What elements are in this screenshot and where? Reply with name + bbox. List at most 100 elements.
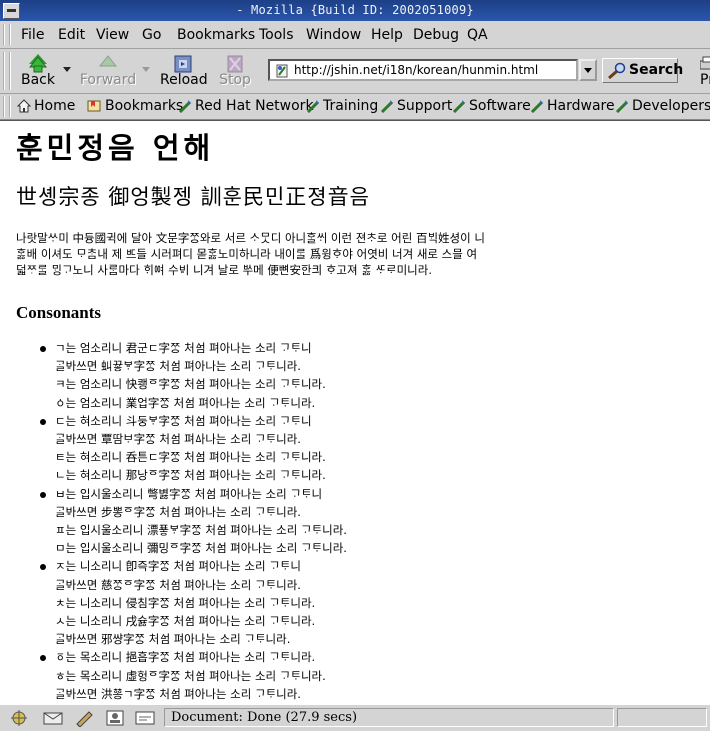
bookmark-software-label: Software (469, 98, 531, 114)
page-proxy-icon[interactable] (274, 63, 290, 79)
list-item: ㄴ는 혀소리니 那낭ᅙ字ᄍᆞᆼ 처ᅀᅥᆷ 펴아나는 소리 ᄀᆞᄐᆞ니라. (55, 468, 326, 483)
list-item: ㆁ는 엄소리니 業업字ᄍᆞᆼ 처ᅀᅥᆷ 펴아나는 소리 ᄀᆞᄐᆞ니라. (55, 395, 316, 410)
menu-edit[interactable]: Edit (58, 27, 85, 43)
page-content[interactable]: 훈민정음 언해 世솅宗종 御엉製젱 訓훈民민正졍音음 나랏말ᄊᆞ미 中듕國귁에 … (0, 120, 710, 705)
bookmark-link-icon (178, 100, 192, 113)
list-item: ᄀᆞᆯᄫᅡ쓰면 邪썅字ᄍᆞᆼ 처ᅀᅥᆷ 펴아나는 소리 ᄀᆞᄐᆞ니라. (55, 632, 291, 647)
reload-icon (174, 55, 192, 73)
page-subtitle: 世솅宗종 御엉製젱 訓훈民민正졍音음 (16, 185, 370, 209)
back-label: Back (21, 72, 55, 88)
stop-button[interactable]: Stop (215, 52, 255, 90)
list-item: ㅅ는 니소리니 戌슗字ᄍᆞᆼ 처ᅀᅥᆷ 펴아나는 소리 ᄀᆞᄐᆞ니라. (55, 614, 316, 629)
list-item: ᄀᆞᆯᄫᅡ쓰면 覃땀ᄇᆞ字ᄍᆞᆼ 처ᅀᅥᆷ 펴ᅀᅡ나는 소리 ᄀᆞᄐᆞ니라. (55, 432, 301, 447)
list-item: ㄱ는 엄소리니 君군ㄷ字ᄍᆞᆼ 처ᅀᅥᆷ 펴아나는 소리 ᄀᆞᄐᆞ니 (40, 339, 347, 357)
chevron-down-icon (584, 68, 592, 73)
menu-bar: File Edit View Go Bookmarks Tools Window… (0, 21, 710, 49)
intro-line: 덟ᄍᆞᄅᆞᆯ ᄆᆡᆼᄀᆞ노니 사ᄅᆞᆷ마다 ᄒᆡᅇᅧ 수ᄫᅵ 니겨 날로 ᄡᅮ메… (16, 263, 433, 277)
toolbar-grip[interactable] (3, 96, 11, 117)
navigator-icon[interactable] (8, 709, 30, 727)
list-item: ㄷ는 혀소리니 斗둥ᄫᆞ字ᄍᆞᆼ 처ᅀᅥᆷ 펴아나는 소리 ᄀᆞᄐᆞ니 (40, 412, 347, 430)
search-button[interactable]: Search (602, 58, 683, 83)
list-item: ㅁ는 입시울소리니 彌밍ᅙ字ᄍᆞᆼ 처ᅀᅥᆷ 펴아나는 소리 ᄀᆞᄐᆞ니라. (55, 541, 347, 556)
consonants-list: ㄱ는 엄소리니 君군ㄷ字ᄍᆞᆼ 처ᅀᅥᆷ 펴아나는 소리 ᄀᆞᄐᆞ니 ᄀᆞᆯᄫᅡ쓰… (40, 339, 347, 703)
bookmark-developers[interactable]: Developers (615, 98, 710, 114)
forward-arrow-icon (98, 55, 118, 67)
window-titlebar[interactable]: - Mozilla {Build ID: 2002051009} (0, 0, 710, 21)
bookmark-bookmarks[interactable]: Bookmarks (86, 98, 183, 114)
intro-line: ᄒᆞᇙ배 이셔도 ᄆᆞᄎᆞᆷ내 제 ᄠᅳ들 시러펴디 몯ᄒᆞᇙ노미하니라 내이ᄅ… (16, 247, 478, 261)
list-item: ᄀᆞᆯᄫᅡ쓰면 步뽕ᅙ字ᄍᆞᆼ 처ᅀᅥᆷ 펴아나는 소리 ᄀᆞᄐᆞ니라. (55, 504, 301, 519)
list-item: ᄀᆞᆯᄫᅡ쓰면 虯끃ᄫᆞ字ᄍᆞᆼ 처ᅀᅥᆷ 펴아나는 소리 ᄀᆞᄐᆞ니라. (55, 359, 301, 374)
bookmark-developers-label: Developers (632, 98, 710, 114)
bookmark-red-hat-network-label: Red Hat Network (195, 98, 314, 114)
url-history-dropdown[interactable] (579, 59, 597, 81)
navigation-toolbar: Back Forward Reload Stop http://jshin.ne… (0, 49, 710, 94)
print-button[interactable]: Pr (686, 52, 710, 90)
intro-paragraph: 나랏말ᄊᆞ미 中듕國귁에 달아 文문字ᄍᆞᆼ와로 서르 ᄉᆞᄆᆞᆺ디 아니ᄒᆞᆯ… (16, 230, 710, 278)
search-icon (608, 62, 626, 80)
window-title: - Mozilla {Build ID: 2002051009} (236, 3, 474, 17)
intro-line: 나랏말ᄊᆞ미 中듕國귁에 달아 文문字ᄍᆞᆼ와로 서르 ᄉᆞᄆᆞᆺ디 아니ᄒᆞᆯ… (16, 231, 485, 245)
bookmark-link-icon (306, 100, 320, 113)
menu-qa[interactable]: QA (467, 27, 488, 43)
back-history-dropdown-icon[interactable] (63, 67, 71, 72)
toolbar-grip[interactable] (3, 24, 11, 45)
list-item: ㅌ는 혀소리니 呑튼ㄷ字ᄍᆞᆼ 처ᅀᅥᆷ 펴아나는 소리 ᄀᆞᄐᆞ니라. (55, 450, 326, 465)
bookmarks-icon (87, 100, 101, 112)
list-item: ㅍ는 입시울소리니 漂푷ᄫᆞ字ᄍᆞᆼ 처ᅀᅥᆷ 펴아나는 소리 ᄀᆞᄐᆞ니라. (55, 523, 347, 538)
mail-icon[interactable] (42, 709, 64, 727)
composer-icon[interactable] (74, 709, 96, 727)
reload-label: Reload (160, 72, 208, 88)
bookmark-link-icon (452, 100, 466, 113)
menu-go[interactable]: Go (142, 27, 161, 43)
menu-file[interactable]: File (21, 27, 44, 43)
menu-window[interactable]: Window (306, 27, 361, 43)
menu-tools[interactable]: Tools (259, 27, 294, 43)
menu-view[interactable]: View (96, 27, 129, 43)
status-text: Document: Done (27.9 secs) (164, 708, 614, 727)
bookmark-link-icon (615, 100, 629, 113)
list-item: ㅊ는 니소리니 侵침字ᄍᆞᆼ 처ᅀᅥᆷ 펴아나는 소리 ᄀᆞᄐᆞ니라. (55, 595, 316, 610)
list-item: ㅎ는 목소리니 虛헝ᅙ字ᄍᆞᆼ 처ᅀᅥᆷ 펴아나는 소리 ᄀᆞᄐᆞ니라. (55, 668, 326, 683)
list-item: ᄀᆞᆯᄫᅡ쓰면 慈ᄍᆞᆼᅙ字ᄍᆞᆼ 처ᅀᅥᆷ 펴아나는 소리 ᄀᆞᄐᆞ니라. (55, 577, 301, 592)
back-button[interactable]: Back (16, 52, 60, 90)
bookmark-red-hat-network[interactable]: Red Hat Network (178, 98, 314, 114)
list-item: ㅂ는 입시울소리니 彆볋字ᄍᆞᆼ 처ᅀᅥᆷ 펴아나는 소리 ᄀᆞᄐᆞ니 (40, 485, 347, 503)
bookmark-link-icon (380, 100, 394, 113)
url-input[interactable] (294, 62, 574, 78)
home-icon (17, 99, 31, 113)
toolbar-grip[interactable] (3, 52, 11, 90)
bookmark-training-label: Training (323, 98, 379, 114)
list-item: ㆆ는 목소리니 挹흡字ᄍᆞᆼ 처ᅀᅥᆷ 펴아나는 소리 ᄀᆞᄐᆞ니라. (40, 648, 347, 666)
list-item: ㅋ는 엄소리니 快쾡ᅙ字ᄍᆞᆼ 처ᅀᅥᆷ 펴아나는 소리 ᄀᆞᄐᆞ니라. (55, 377, 326, 392)
bookmark-home[interactable]: Home (17, 98, 75, 114)
stop-icon (227, 55, 243, 73)
search-label: Search (629, 62, 684, 78)
list-item: ᄀᆞᆯᄫᅡ쓰면 洪ᅘᅩᆼㄱ字ᄍᆞᆼ 처ᅀᅥᆷ 펴아나는 소리 ᄀᆞᄐᆞ니라. (55, 686, 301, 701)
forward-button[interactable]: Forward (78, 52, 138, 90)
stop-label: Stop (219, 72, 251, 88)
bookmark-software[interactable]: Software (452, 98, 531, 114)
reload-button[interactable]: Reload (160, 52, 208, 90)
menu-help[interactable]: Help (371, 27, 403, 43)
bookmark-hardware[interactable]: Hardware (530, 98, 615, 114)
bookmark-hardware-label: Hardware (547, 98, 615, 114)
forward-label: Forward (79, 72, 137, 88)
bookmark-training[interactable]: Training (306, 98, 378, 114)
bookmark-support[interactable]: Support (380, 98, 452, 114)
menu-bookmarks[interactable]: Bookmarks (177, 27, 255, 43)
personal-toolbar: Home Bookmarks Red Hat Network Training … (0, 94, 710, 120)
status-bar: Document: Done (27.9 secs) (0, 704, 710, 731)
progress-meter (617, 708, 707, 727)
irc-chat-icon[interactable] (134, 709, 156, 727)
consonants-heading: Consonants (16, 303, 102, 322)
address-book-icon[interactable] (104, 709, 126, 727)
forward-history-dropdown-icon[interactable] (142, 67, 150, 72)
menu-debug[interactable]: Debug (413, 27, 459, 43)
bookmark-link-icon (530, 100, 544, 113)
url-bar[interactable] (268, 59, 578, 81)
back-arrow-icon (28, 54, 48, 73)
list-item: ㅈ는 니소리니 卽즉字ᄍᆞᆼ 처ᅀᅥᆷ 펴아나는 소리 ᄀᆞᄐᆞ니 (40, 557, 347, 575)
bookmark-support-label: Support (397, 98, 453, 114)
bookmark-home-label: Home (34, 98, 76, 114)
